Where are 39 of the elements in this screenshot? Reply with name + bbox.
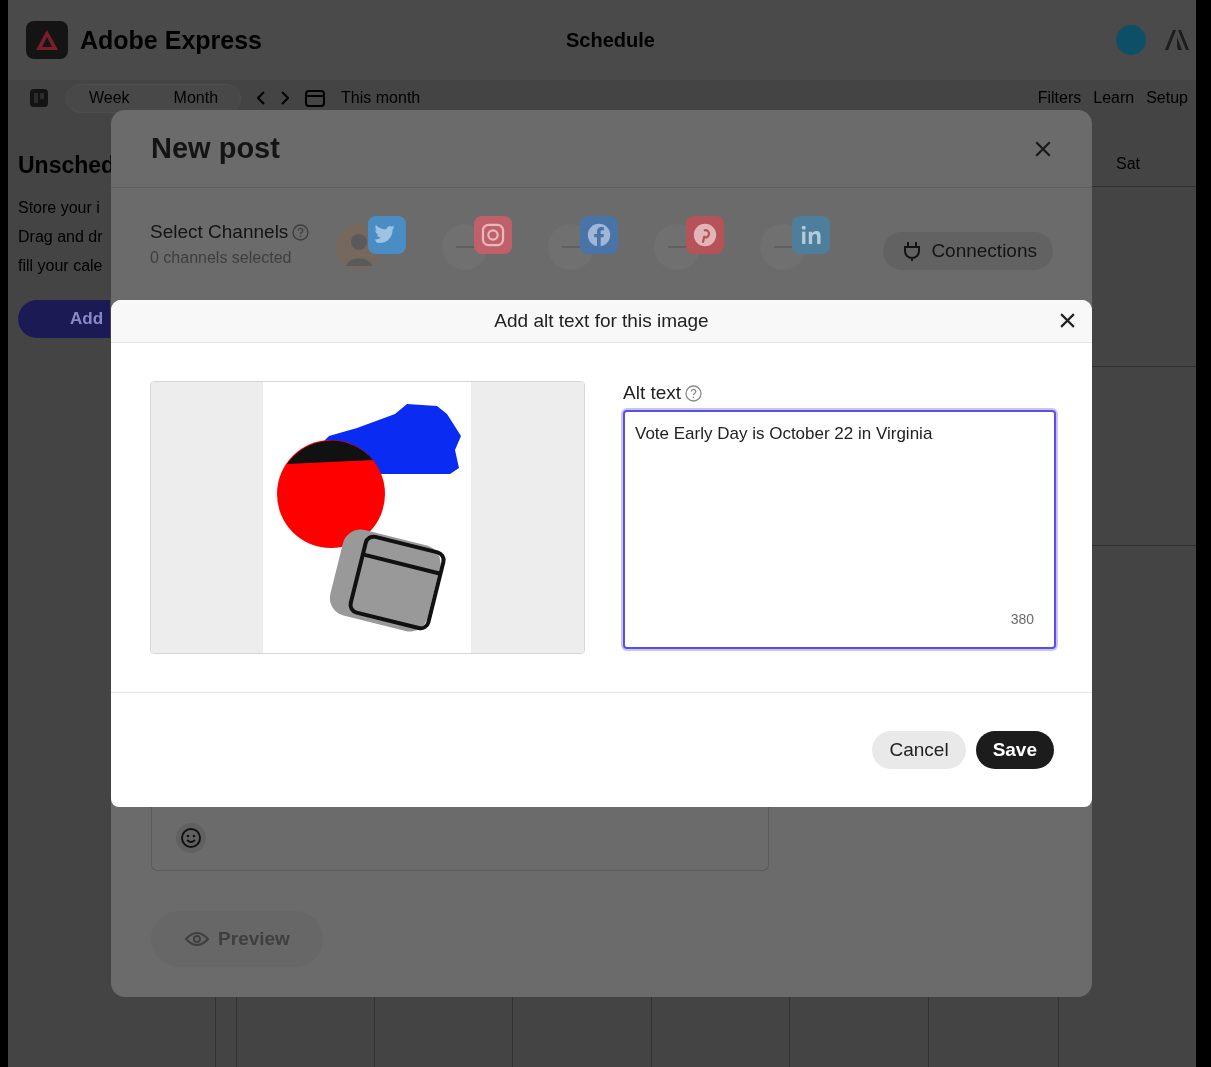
view-toggle[interactable]: Month <box>151 84 241 112</box>
pinterest-icon[interactable] <box>686 216 724 254</box>
calendar-view-icon <box>28 87 50 109</box>
toolbar-action[interactable]: Learn <box>1093 89 1135 107</box>
a-logo-icon <box>1164 29 1190 51</box>
next-icon <box>281 91 290 105</box>
add-button[interactable]: Add <box>18 300 110 338</box>
eye-icon <box>184 930 211 948</box>
page-title: Schedule <box>566 28 655 52</box>
field-label: Select Channels <box>150 221 289 243</box>
facebook-icon[interactable] <box>580 216 618 254</box>
dialog-title: New post <box>151 132 280 165</box>
triangle-logo-icon <box>35 29 59 51</box>
twitter-icon[interactable] <box>368 216 406 254</box>
previous-icon <box>257 91 266 105</box>
instagram-icon[interactable] <box>474 216 512 254</box>
app-title: Adobe Express <box>80 25 262 55</box>
app-logo[interactable] <box>26 21 68 59</box>
emoji-icon[interactable] <box>176 823 206 853</box>
help-icon[interactable] <box>292 223 310 241</box>
close-icon <box>1034 139 1052 158</box>
save-button[interactable]: Save <box>975 731 1054 769</box>
dialog-title: Add alt text for this image <box>494 310 709 332</box>
connections-button[interactable]: Connections <box>883 232 1053 270</box>
calendar-icon <box>305 89 326 107</box>
toolbar-action[interactable]: Setup <box>1146 89 1188 107</box>
toolbar-action[interactable]: Filters <box>1037 89 1082 107</box>
view-toggle[interactable]: Week <box>67 84 152 112</box>
field-label: Alt text <box>623 382 682 404</box>
help-icon[interactable] <box>685 384 703 402</box>
linkedin-icon[interactable] <box>792 216 830 254</box>
description-text: Drag and dr <box>18 227 104 247</box>
date-range[interactable]: This month <box>341 89 421 107</box>
description-text: fill your cale <box>18 256 104 276</box>
day-header: Sat <box>1116 155 1140 173</box>
cancel-button[interactable]: Cancel <box>872 731 966 769</box>
close-icon <box>1059 312 1076 329</box>
character-count: 380 <box>1010 611 1034 627</box>
close-button[interactable] <box>1059 312 1076 329</box>
